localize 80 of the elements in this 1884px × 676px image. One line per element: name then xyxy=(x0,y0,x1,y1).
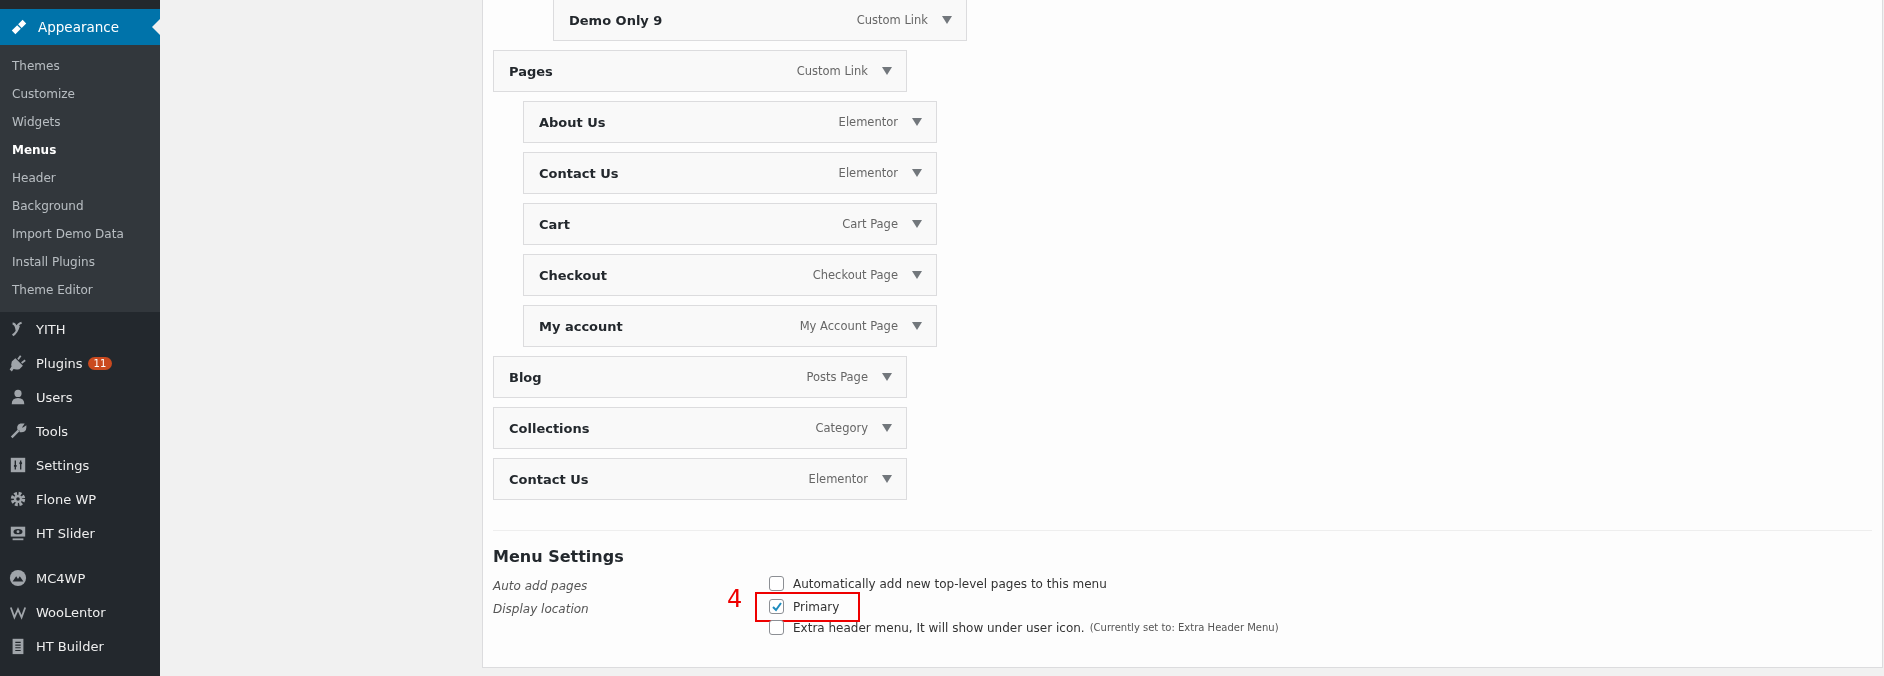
dropdown-arrow-icon[interactable] xyxy=(912,271,922,279)
menu-item-title: Pages xyxy=(509,63,554,79)
dropdown-arrow-icon[interactable] xyxy=(912,322,922,330)
menu-item-type: Custom Link xyxy=(796,64,868,78)
checkbox[interactable] xyxy=(769,620,784,635)
submenu-item[interactable]: Customize xyxy=(0,80,160,108)
menu-item-type: Posts Page xyxy=(806,370,868,384)
sidebar-item[interactable]: Tools xyxy=(0,414,160,448)
submenu-item[interactable]: Header xyxy=(0,164,160,192)
update-count-badge: 11 xyxy=(87,356,113,370)
menu-item[interactable]: Contact Us Elementor xyxy=(523,152,937,194)
monitor-eye-icon xyxy=(9,524,27,542)
mountain-circle-icon xyxy=(9,569,27,587)
location-note: (Currently set to: Extra Header Menu) xyxy=(1089,622,1279,633)
menu-item[interactable]: About Us Elementor xyxy=(523,101,937,143)
dropdown-arrow-icon[interactable] xyxy=(912,118,922,126)
submenu-item[interactable]: Import Demo Data xyxy=(0,220,160,248)
dropdown-arrow-icon[interactable] xyxy=(942,16,952,24)
sidebar-item[interactable]: WooLentor xyxy=(0,595,160,629)
menu-item[interactable]: Collections Category xyxy=(493,407,907,449)
section-heading: Menu Settings xyxy=(493,547,625,566)
checkbox-label: Extra header menu, It will show under user icon. xyxy=(793,620,1085,635)
menu-item-type: Cart Page xyxy=(842,217,898,231)
menu-item-title: Blog xyxy=(509,369,543,385)
plug-icon xyxy=(9,354,27,372)
menu-item[interactable]: My account My Account Page xyxy=(523,305,937,347)
submenu-item[interactable]: Themes xyxy=(0,52,160,80)
submenu-item[interactable]: Background xyxy=(0,192,160,220)
dropdown-arrow-icon[interactable] xyxy=(912,220,922,228)
menu-item-title: Checkout xyxy=(539,267,608,283)
paintbrush-icon xyxy=(10,18,28,36)
sidebar-item[interactable]: Flone WP xyxy=(0,482,160,516)
menu-item-title: Contact Us xyxy=(509,471,590,487)
submenu-item[interactable]: Widgets xyxy=(0,108,160,136)
sidebar-item[interactable]: Plugins 11 xyxy=(0,346,160,380)
sidebar-item[interactable]: HT Builder xyxy=(0,629,160,663)
dropdown-arrow-icon[interactable] xyxy=(882,373,892,381)
submenu-item[interactable]: Menus xyxy=(0,136,160,164)
menu-item-title: My account xyxy=(539,318,624,334)
checkbox[interactable] xyxy=(769,599,784,614)
sidebar-item[interactable]: YITH xyxy=(0,312,160,346)
menu-item-type: Category xyxy=(815,421,868,435)
menu-item-title: Collections xyxy=(509,420,591,436)
menu-item[interactable]: Pages Custom Link xyxy=(493,50,907,92)
user-icon xyxy=(9,388,27,406)
checkmark-icon xyxy=(770,600,783,613)
dropdown-arrow-icon[interactable] xyxy=(912,169,922,177)
annotation-number: 4 xyxy=(727,585,743,613)
dropdown-arrow-icon[interactable] xyxy=(882,424,892,432)
menu-item-type: Elementor xyxy=(838,166,898,180)
submenu-item[interactable]: Install Plugins xyxy=(0,248,160,276)
setting-label: Display location xyxy=(493,601,590,618)
menu-item[interactable]: Checkout Checkout Page xyxy=(523,254,937,296)
sliders-icon xyxy=(9,456,27,474)
menu-item-title: Demo Only 9 xyxy=(569,12,664,28)
menu-item-type: Elementor xyxy=(838,115,898,129)
checkbox-label: Primary xyxy=(793,599,840,614)
sidebar-item[interactable]: Settings xyxy=(0,448,160,482)
menu-item[interactable]: Demo Only 9 Custom Link xyxy=(553,0,967,41)
menu-item-title: About Us xyxy=(539,114,607,130)
gear-icon xyxy=(9,490,27,508)
menu-item[interactable]: Blog Posts Page xyxy=(493,356,907,398)
dropdown-arrow-icon[interactable] xyxy=(882,475,892,483)
sidebar-item[interactable]: Users xyxy=(0,380,160,414)
checkbox[interactable] xyxy=(769,576,784,591)
dropdown-arrow-icon[interactable] xyxy=(882,67,892,75)
menu-item-type: Elementor xyxy=(808,472,868,486)
sidebar-item[interactable]: HT Slider xyxy=(0,516,160,550)
sidebar-item[interactable]: MC4WP xyxy=(0,561,160,595)
menu-item-type: My Account Page xyxy=(799,319,898,333)
wrench-icon xyxy=(9,422,27,440)
checkbox-label: Automatically add new top-level pages to this menu xyxy=(793,576,1107,591)
submenu-item[interactable]: Theme Editor xyxy=(0,276,160,304)
menu-item[interactable]: Contact Us Elementor xyxy=(493,458,907,500)
menu-item-type: Custom Link xyxy=(856,13,928,27)
menu-item-type: Checkout Page xyxy=(812,268,898,282)
setting-label: Auto add pages xyxy=(493,578,589,593)
menu-item-title: Cart xyxy=(539,216,571,232)
menu-item[interactable]: Cart Cart Page xyxy=(523,203,937,245)
menu-item-title: Contact Us xyxy=(539,165,620,181)
